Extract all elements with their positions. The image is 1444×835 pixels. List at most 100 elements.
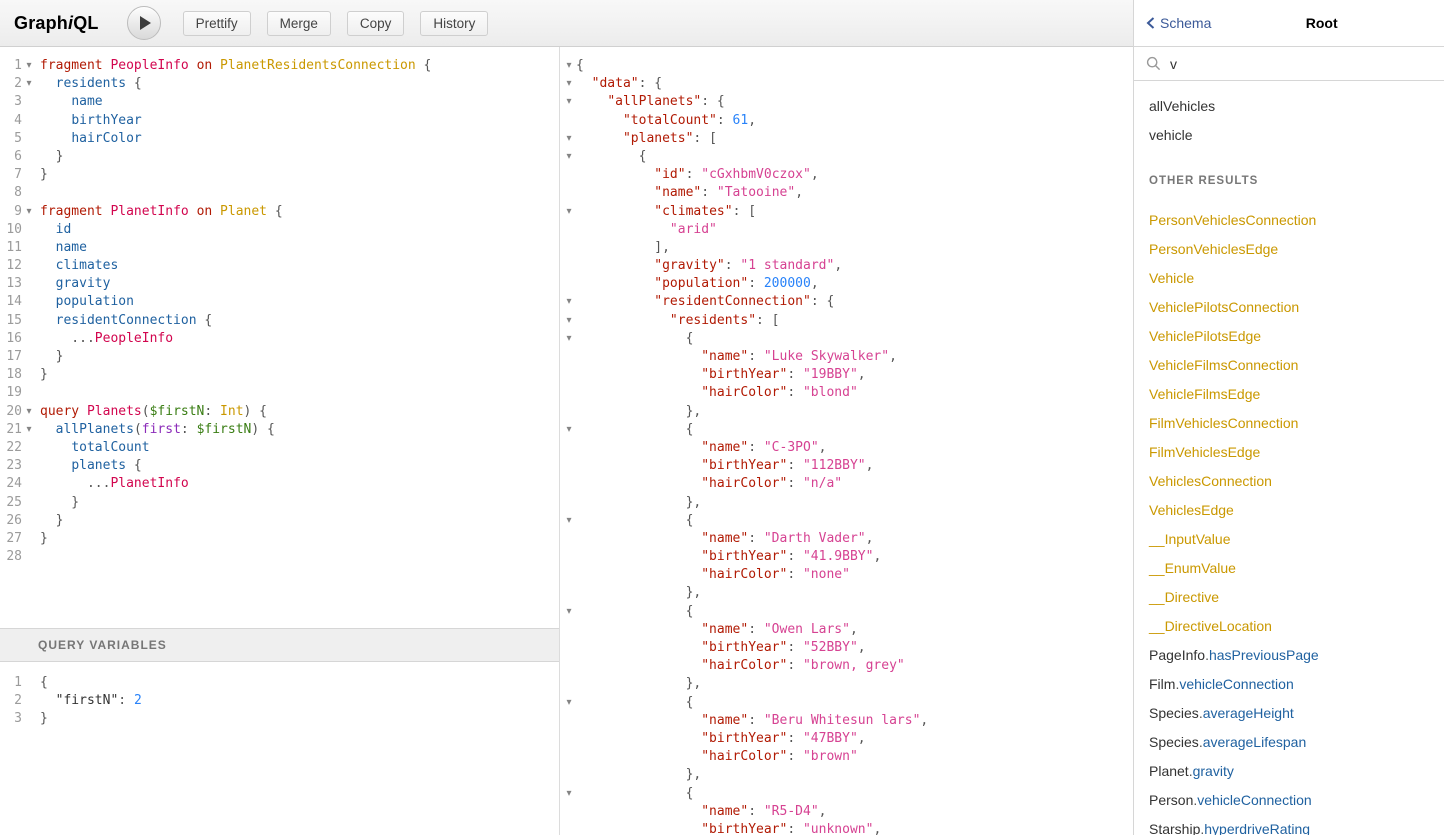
copy-button[interactable]: Copy — [347, 11, 405, 36]
doc-back-button[interactable]: Schema — [1146, 15, 1211, 31]
code-token: } — [40, 711, 48, 726]
query-editor[interactable]: 1▾fragment PeopleInfo on PlanetResidents… — [0, 47, 559, 628]
code-line: "gravity": "1 standard", — [562, 257, 1133, 275]
execute-button[interactable] — [127, 6, 161, 40]
doc-search-result-type-field[interactable]: Species.averageLifespan — [1134, 727, 1444, 756]
line-number: 8 — [0, 184, 22, 202]
code-token — [576, 349, 701, 364]
query-variables-editor[interactable]: 1{2 "firstN": 23} — [0, 662, 559, 835]
doc-search-result-type[interactable]: VehiclesEdge — [1134, 495, 1444, 524]
fold-toggle-icon[interactable]: ▾ — [562, 203, 576, 221]
main-panel: GraphiQL Prettify Merge Copy History 1▾f… — [0, 0, 1133, 835]
field-link: hyperdriveRating — [1204, 821, 1310, 835]
merge-button[interactable]: Merge — [267, 11, 331, 36]
history-button[interactable]: History — [420, 11, 488, 36]
line-number: 21 — [0, 421, 22, 439]
code-line: "totalCount": 61, — [562, 112, 1133, 130]
fold-toggle-icon[interactable]: ▾ — [22, 403, 36, 421]
doc-search-result-type[interactable]: __InputValue — [1134, 524, 1444, 553]
prettify-button[interactable]: Prettify — [183, 11, 251, 36]
fold-toggle-icon[interactable]: ▾ — [22, 57, 36, 75]
code-token: }, — [576, 404, 701, 419]
doc-search-result-type[interactable]: PersonVehiclesEdge — [1134, 234, 1444, 263]
code-token — [576, 622, 701, 637]
fold-toggle-icon[interactable]: ▾ — [562, 694, 576, 712]
doc-search-result-type[interactable]: PersonVehiclesConnection — [1134, 205, 1444, 234]
code-line: 26 } — [0, 512, 559, 530]
fold-toggle-icon[interactable]: ▾ — [562, 57, 576, 75]
doc-search-result-type[interactable]: FilmVehiclesEdge — [1134, 437, 1444, 466]
fold-gutter-spacer — [562, 112, 576, 130]
fold-toggle-icon[interactable]: ▾ — [562, 421, 576, 439]
doc-search-result-type-field[interactable]: Species.averageHeight — [1134, 698, 1444, 727]
code-token: : — [748, 440, 764, 455]
doc-search-result-type-field[interactable]: Planet.gravity — [1134, 756, 1444, 785]
code-token: on — [197, 204, 213, 219]
query-variables-title-bar[interactable]: QUERY VARIABLES — [0, 628, 559, 662]
code-token: "name" — [701, 622, 748, 637]
fold-toggle-icon[interactable]: ▾ — [562, 330, 576, 348]
fold-toggle-icon[interactable]: ▾ — [562, 75, 576, 93]
code-token: "birthYear" — [701, 731, 787, 746]
code-token: "blond" — [803, 385, 858, 400]
code-text: } — [36, 348, 559, 366]
fold-toggle-icon[interactable]: ▾ — [22, 75, 36, 93]
fold-toggle-icon[interactable]: ▾ — [22, 203, 36, 221]
code-token: fragment — [40, 58, 103, 73]
code-token: { — [576, 513, 693, 528]
code-token: { — [576, 331, 693, 346]
doc-search-result-type[interactable]: VehicleFilmsEdge — [1134, 379, 1444, 408]
fold-toggle-icon[interactable]: ▾ — [562, 148, 576, 166]
doc-search-result-type[interactable]: FilmVehiclesConnection — [1134, 408, 1444, 437]
doc-search-result-type-field[interactable]: Starship.hyperdriveRating — [1134, 814, 1444, 835]
code-line: 14 population — [0, 293, 559, 311]
doc-search-result-field[interactable]: vehicle — [1134, 120, 1444, 149]
fold-toggle-icon[interactable]: ▾ — [562, 603, 576, 621]
code-token: : [ — [733, 204, 756, 219]
fold-gutter-spacer — [562, 275, 576, 293]
fold-gutter-spacer — [562, 712, 576, 730]
doc-search-result-type[interactable]: Vehicle — [1134, 263, 1444, 292]
doc-search-result-type[interactable]: __DirectiveLocation — [1134, 611, 1444, 640]
code-line: 17 } — [0, 348, 559, 366]
code-line: 28 — [0, 548, 559, 566]
code-line: }, — [562, 403, 1133, 421]
doc-search-result-type[interactable]: VehiclesConnection — [1134, 466, 1444, 495]
fold-toggle-icon[interactable]: ▾ — [562, 512, 576, 530]
fold-gutter-spacer — [562, 821, 576, 835]
code-line: ▾ "residentConnection": { — [562, 293, 1133, 311]
field-name: allVehicles — [1149, 98, 1215, 114]
code-token — [40, 222, 56, 237]
doc-search-result-field[interactable]: allVehicles — [1134, 91, 1444, 120]
code-token: } — [40, 349, 63, 364]
fold-gutter-spacer — [22, 221, 36, 239]
code-text: } — [36, 148, 559, 166]
doc-search-result-type-field[interactable]: PageInfo.hasPreviousPage — [1134, 640, 1444, 669]
doc-search-result-type[interactable]: VehicleFilmsConnection — [1134, 350, 1444, 379]
fold-toggle-icon[interactable]: ▾ — [562, 293, 576, 311]
code-token — [576, 713, 701, 728]
field-link: gravity — [1193, 763, 1234, 779]
doc-search-result-type[interactable]: __Directive — [1134, 582, 1444, 611]
code-token: , — [866, 458, 874, 473]
doc-search-result-type-field[interactable]: Film.vehicleConnection — [1134, 669, 1444, 698]
code-token: , — [858, 731, 866, 746]
fold-gutter-spacer — [22, 184, 36, 202]
fold-toggle-icon[interactable]: ▾ — [562, 93, 576, 111]
doc-search-result-type-field[interactable]: Person.vehicleConnection — [1134, 785, 1444, 814]
result-viewer[interactable]: ▾{▾ "data": {▾ "allPlanets": { "totalCou… — [560, 47, 1133, 835]
fold-toggle-icon[interactable]: ▾ — [562, 130, 576, 148]
code-token: , — [866, 531, 874, 546]
fold-toggle-icon[interactable]: ▾ — [562, 312, 576, 330]
fold-gutter-spacer — [22, 384, 36, 402]
code-line: 15 residentConnection { — [0, 312, 559, 330]
code-line: "hairColor": "none" — [562, 566, 1133, 584]
fold-toggle-icon[interactable]: ▾ — [562, 785, 576, 803]
type-link: VehiclePilotsEdge — [1149, 328, 1261, 344]
code-text: "residentConnection": { — [576, 293, 1133, 311]
fold-toggle-icon[interactable]: ▾ — [22, 421, 36, 439]
doc-search-result-type[interactable]: __EnumValue — [1134, 553, 1444, 582]
search-input[interactable] — [1168, 55, 1432, 73]
doc-search-result-type[interactable]: VehiclePilotsConnection — [1134, 292, 1444, 321]
doc-search-result-type[interactable]: VehiclePilotsEdge — [1134, 321, 1444, 350]
